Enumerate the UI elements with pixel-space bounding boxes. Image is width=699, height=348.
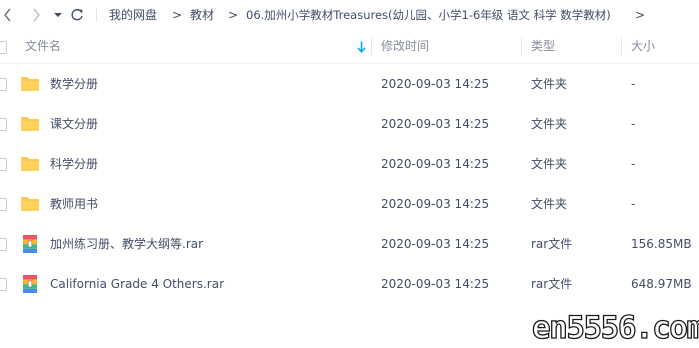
column-header-modified[interactable]: 修改时间	[381, 30, 429, 63]
toolbar: 我的网盘 > 教材 > 06.加州小学教材Treasures(幼儿园、小学1-6…	[0, 0, 699, 30]
row-checkbox[interactable]	[0, 198, 7, 211]
breadcrumb-textbooks[interactable]: 教材	[190, 0, 214, 30]
row-checkbox[interactable]	[0, 78, 7, 91]
breadcrumb-root[interactable]: 我的网盘	[109, 0, 157, 30]
file-type: 文件夹	[531, 117, 568, 131]
column-header-name[interactable]: 文件名	[25, 30, 61, 63]
row-checkbox[interactable]	[0, 118, 7, 131]
forward-button[interactable]	[28, 4, 44, 26]
folder-icon	[21, 117, 39, 131]
file-name[interactable]: 课文分册	[50, 104, 98, 144]
file-type: 文件夹	[531, 157, 568, 171]
row-checkbox[interactable]	[0, 278, 7, 291]
breadcrumb-separator: >	[172, 8, 183, 22]
folder-icon	[21, 77, 39, 91]
file-row[interactable]: 科学分册 2020-09-03 14:25 文件夹 -	[0, 144, 699, 184]
file-size: 648.97MB	[631, 277, 692, 291]
refresh-button[interactable]	[68, 4, 86, 26]
breadcrumb-current-folder[interactable]: 06.加州小学教材Treasures(幼儿园、小学1-6年级 语文 科学 数学教…	[246, 0, 611, 30]
file-size: 156.85MB	[631, 237, 692, 251]
file-row[interactable]: California Grade 4 Others.rar 2020-09-03…	[0, 264, 699, 304]
folder-icon	[21, 197, 39, 211]
file-row[interactable]: 课文分册 2020-09-03 14:25 文件夹 -	[0, 104, 699, 144]
column-header-type[interactable]: 类型	[531, 30, 555, 63]
file-size: -	[631, 117, 636, 131]
column-divider[interactable]	[521, 38, 522, 55]
history-dropdown-button[interactable]	[52, 4, 64, 26]
select-all-checkbox[interactable]	[0, 41, 7, 54]
file-name[interactable]: California Grade 4 Others.rar	[50, 264, 224, 304]
file-modified-time: 2020-09-03 14:25	[381, 77, 490, 91]
file-modified-time: 2020-09-03 14:25	[381, 157, 490, 171]
chevron-right-icon	[33, 8, 40, 22]
file-list-header: 文件名 修改时间 类型 大小	[0, 30, 699, 64]
file-row[interactable]: 数学分册 2020-09-03 14:25 文件夹 -	[0, 64, 699, 104]
column-divider[interactable]	[621, 38, 622, 55]
file-type: 文件夹	[531, 197, 568, 211]
file-size: -	[631, 197, 636, 211]
folder-icon	[21, 157, 39, 171]
file-type: rar文件	[531, 277, 573, 291]
chevron-left-icon	[4, 8, 11, 22]
watermark-text: en5556.com	[532, 310, 699, 346]
file-modified-time: 2020-09-03 14:25	[381, 277, 490, 291]
toolbar-divider	[96, 8, 97, 22]
rar-archive-icon	[23, 235, 37, 253]
file-name[interactable]: 数学分册	[50, 64, 98, 104]
file-size: -	[631, 77, 636, 91]
file-row[interactable]: 加州练习册、教学大纲等.rar 2020-09-03 14:25 rar文件 1…	[0, 224, 699, 264]
file-name[interactable]: 加州练习册、教学大纲等.rar	[50, 224, 203, 264]
sort-arrow-down-icon[interactable]	[357, 41, 366, 53]
breadcrumb-separator: >	[635, 8, 646, 22]
caret-down-icon	[54, 13, 62, 17]
row-checkbox[interactable]	[0, 158, 7, 171]
breadcrumb-separator: >	[228, 8, 239, 22]
file-size: -	[631, 157, 636, 171]
column-header-size[interactable]: 大小	[631, 30, 655, 63]
file-modified-time: 2020-09-03 14:25	[381, 197, 490, 211]
file-modified-time: 2020-09-03 14:25	[381, 237, 490, 251]
refresh-icon	[71, 9, 83, 21]
file-modified-time: 2020-09-03 14:25	[381, 117, 490, 131]
rar-archive-icon	[23, 275, 37, 293]
watermark: en5556.com	[531, 309, 699, 346]
row-checkbox[interactable]	[0, 238, 7, 251]
back-button[interactable]	[0, 4, 16, 26]
file-name[interactable]: 科学分册	[50, 144, 98, 184]
file-name[interactable]: 教师用书	[50, 184, 98, 224]
file-type: rar文件	[531, 237, 573, 251]
file-row[interactable]: 教师用书 2020-09-03 14:25 文件夹 -	[0, 184, 699, 224]
column-divider[interactable]	[371, 38, 372, 55]
file-type: 文件夹	[531, 77, 568, 91]
